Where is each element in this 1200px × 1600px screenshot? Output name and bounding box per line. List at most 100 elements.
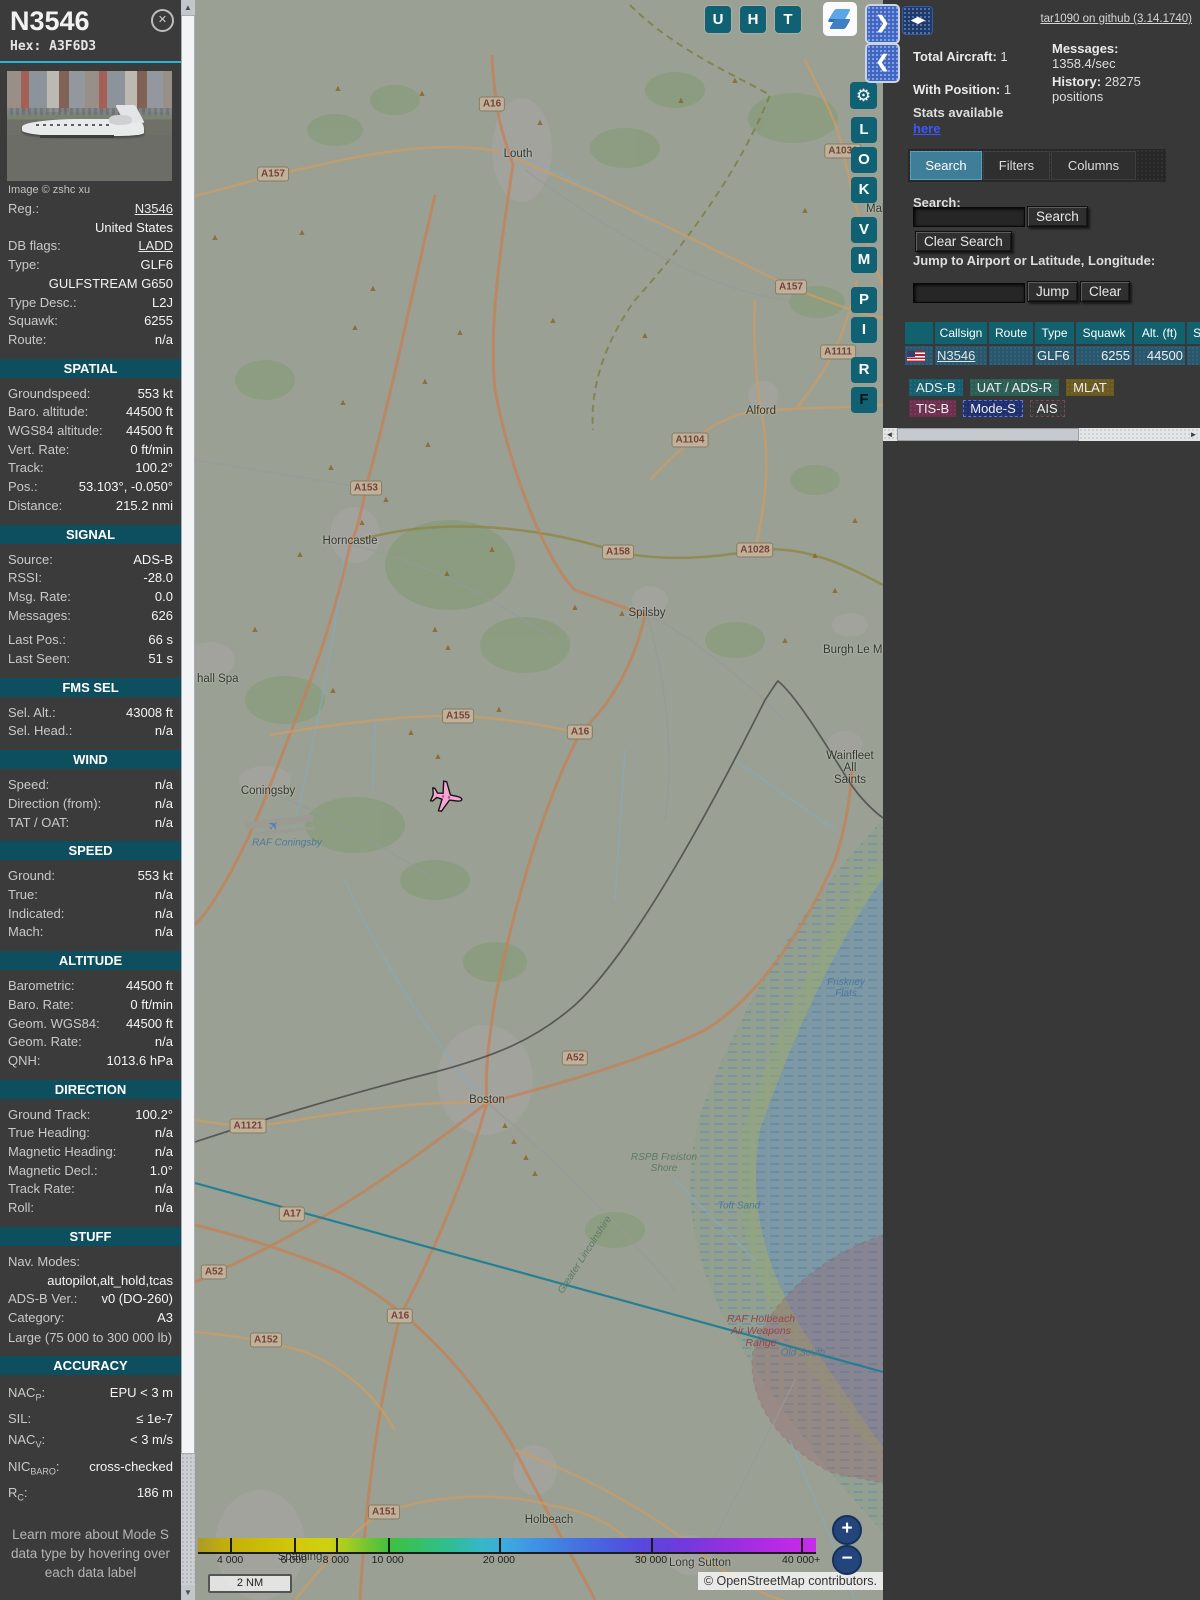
- data-value: v0 (DO-260): [101, 1290, 173, 1309]
- stats-available-label: Stats available: [913, 105, 1003, 120]
- aircraft-table-header: CallsignRouteTypeSquawkAlt. (ft)Spd.: [905, 322, 1200, 344]
- map-button-t[interactable]: T: [775, 6, 801, 33]
- search-button[interactable]: Search: [1027, 206, 1088, 227]
- peak-triangle-icon: ▲: [456, 327, 465, 337]
- scroll-right-icon[interactable]: ►: [1187, 428, 1200, 441]
- road-badge: A153: [350, 481, 382, 496]
- map-button-u[interactable]: U: [705, 6, 731, 33]
- zoom-out-button[interactable]: −: [832, 1545, 862, 1575]
- peak-triangle-icon: ▲: [536, 117, 545, 127]
- data-value-link[interactable]: N3546: [135, 200, 173, 219]
- data-row: Msg. Rate:0.0: [0, 588, 181, 607]
- sidebar-scrollbar-thumb[interactable]: [181, 15, 195, 1454]
- data-value: n/a: [155, 886, 173, 905]
- aircraft-photo[interactable]: [7, 71, 172, 181]
- map-button-m[interactable]: M: [851, 247, 877, 273]
- column-header-spd-[interactable]: Spd.: [1187, 322, 1200, 344]
- map-button-r[interactable]: R: [851, 357, 877, 383]
- data-value: 53.103°, -0.050°: [79, 478, 173, 497]
- stats-here-link[interactable]: here: [913, 121, 940, 136]
- peak-triangle-icon: ▲: [421, 376, 430, 386]
- data-row: Nav. Modes:autopilot,alt_hold,tcas: [0, 1253, 181, 1290]
- tab-filters[interactable]: Filters: [983, 151, 1050, 180]
- data-row: Indicated:n/a: [0, 905, 181, 924]
- legend-adsb[interactable]: ADS-B: [909, 379, 963, 396]
- peak-triangle-icon: ▲: [501, 1120, 510, 1130]
- gear-icon[interactable]: ⚙: [850, 82, 877, 109]
- map-button-f[interactable]: F: [851, 387, 877, 413]
- peak-triangle-icon: ▲: [369, 283, 378, 293]
- data-label: Track Rate:: [8, 1180, 75, 1199]
- peak-triangle-icon: ▲: [531, 1168, 540, 1178]
- jump-button[interactable]: Jump: [1027, 281, 1078, 302]
- column-header-type[interactable]: Type: [1035, 322, 1074, 344]
- map-button-h[interactable]: H: [740, 6, 766, 33]
- data-value-link[interactable]: LADD: [138, 237, 173, 256]
- collapse-panel-icon[interactable]: ❮: [865, 43, 900, 83]
- legend-modes[interactable]: Mode-S: [963, 400, 1023, 417]
- panel-scrollbar-thumb[interactable]: [897, 428, 1079, 441]
- map-button-l[interactable]: L: [851, 117, 877, 143]
- data-label: Type:: [8, 256, 40, 275]
- peak-triangle-icon: ▲: [407, 727, 416, 737]
- tab-columns[interactable]: Columns: [1051, 151, 1136, 180]
- clear-search-button[interactable]: Clear Search: [915, 231, 1012, 252]
- map-button-o[interactable]: O: [851, 147, 877, 173]
- source-type-legend: ADS-B UAT / ADS-R MLAT TIS-B Mode-S AIS: [909, 379, 1165, 417]
- map-button-k[interactable]: K: [851, 177, 877, 203]
- data-label: Ground Track:: [8, 1106, 90, 1125]
- road-badge: A16: [567, 725, 593, 740]
- sidebar-scrollbar[interactable]: ▲ ▼: [181, 0, 195, 1600]
- peak-triangle-icon: ▲: [488, 544, 497, 554]
- selected-aircraft-icon[interactable]: [424, 774, 470, 820]
- scroll-down-icon[interactable]: ▼: [181, 1585, 195, 1600]
- scroll-left-icon[interactable]: ◄: [883, 428, 896, 441]
- scroll-up-icon[interactable]: ▲: [181, 0, 195, 15]
- legend-mlat[interactable]: MLAT: [1066, 379, 1114, 396]
- tab-search[interactable]: Search: [910, 151, 982, 180]
- data-row: RSSI:-28.0: [0, 569, 181, 588]
- photo-buildings: [7, 71, 172, 112]
- map-button-v[interactable]: V: [851, 217, 877, 243]
- jump-input[interactable]: [913, 283, 1025, 303]
- clear-button[interactable]: Clear: [1080, 281, 1130, 302]
- column-header-alt-ft-[interactable]: Alt. (ft): [1134, 322, 1185, 344]
- road-badge: A1028: [736, 543, 773, 558]
- zoom-in-button[interactable]: +: [832, 1515, 862, 1545]
- aircraft-table-row[interactable]: N3546 GLF6 6255 44500: [905, 346, 1200, 365]
- data-row: Route:n/a: [0, 331, 181, 350]
- data-value: ≤ 1e-7: [136, 1408, 173, 1429]
- map-button-i[interactable]: I: [851, 317, 877, 343]
- peak-triangle-icon: ▲: [251, 624, 260, 634]
- data-value: 44500 ft: [126, 422, 173, 441]
- panel-horizontal-scrollbar[interactable]: ◄ ►: [883, 428, 1200, 441]
- map[interactable]: LouthMableHorncastleAlfordSpilsbyBurgh L…: [195, 0, 883, 1600]
- search-input[interactable]: [913, 207, 1025, 227]
- legend-uat[interactable]: UAT / ADS-R: [970, 379, 1059, 396]
- close-icon[interactable]: ✕: [151, 9, 174, 32]
- road-badge: A155: [442, 709, 474, 724]
- callsign-link[interactable]: N3546: [937, 348, 975, 363]
- data-label: Groundspeed:: [8, 385, 90, 404]
- peak-triangle-icon: ▲: [434, 751, 443, 761]
- column-header-callsign[interactable]: Callsign: [935, 322, 987, 344]
- column-header-flag[interactable]: [905, 322, 933, 344]
- data-row: TAT / OAT:n/a: [0, 814, 181, 833]
- cell-type: GLF6: [1035, 346, 1074, 365]
- data-value: United States: [95, 219, 173, 238]
- column-header-route[interactable]: Route: [989, 322, 1033, 344]
- osm-attribution-link[interactable]: © OpenStreetMap contributors.: [698, 1572, 883, 1590]
- legend-tisb[interactable]: TIS-B: [909, 400, 956, 417]
- town-label: Coningsby: [241, 785, 295, 797]
- data-row: Source:ADS-B: [0, 551, 181, 570]
- layers-icon[interactable]: [823, 2, 857, 36]
- data-label: NICBARO:: [8, 1456, 60, 1483]
- legend-ais[interactable]: AIS: [1030, 400, 1065, 417]
- map-button-p[interactable]: P: [851, 287, 877, 313]
- expand-panel-icon[interactable]: ❯: [865, 4, 900, 44]
- panel-toggle-icon[interactable]: ◀▶: [902, 6, 933, 35]
- column-header-squawk[interactable]: Squawk: [1076, 322, 1132, 344]
- data-value: 0.0: [155, 588, 173, 607]
- tar1090-github-link[interactable]: tar1090 on github (3.14.1740): [1040, 13, 1192, 25]
- cell-callsign[interactable]: N3546: [935, 346, 987, 365]
